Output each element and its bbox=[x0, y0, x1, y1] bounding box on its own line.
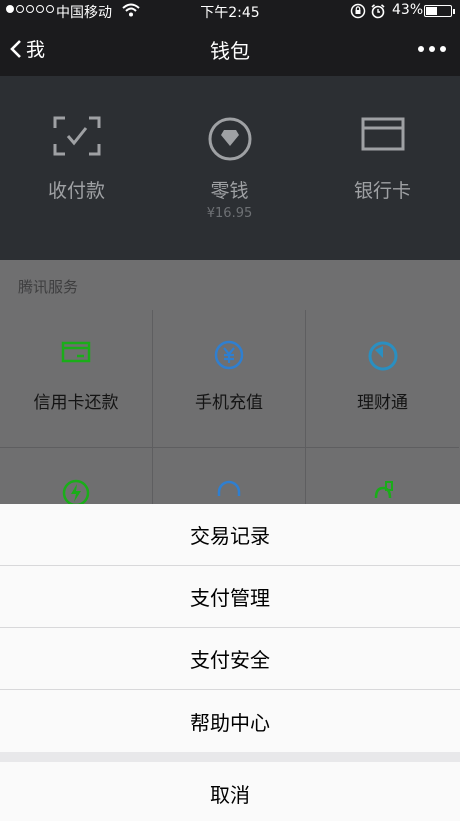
balance-amount: ¥16.95 bbox=[206, 206, 253, 221]
wallet-item-label: 银行卡 bbox=[353, 180, 411, 202]
rotation-lock-icon bbox=[350, 3, 366, 23]
alarm-icon bbox=[370, 3, 386, 23]
wallet-item-change[interactable]: 零钱 ¥16.95 bbox=[153, 76, 306, 260]
service-label: 理财通 bbox=[357, 393, 408, 413]
diamond-icon bbox=[153, 116, 306, 162]
status-bar: 中国移动 下午2:45 43% bbox=[0, 0, 460, 22]
service-credit-card[interactable]: 信用卡还款 bbox=[0, 310, 153, 448]
scan-pay-icon bbox=[0, 116, 153, 156]
status-time: 下午2:45 bbox=[200, 5, 260, 21]
bank-card-icon bbox=[306, 116, 459, 152]
wallet-item-bank-card[interactable]: 银行卡 bbox=[306, 76, 459, 260]
service-label: 手机充值 bbox=[195, 393, 263, 413]
battery-icon bbox=[424, 5, 455, 17]
wallet-item-label: 收付款 bbox=[47, 180, 105, 202]
credit-card-icon bbox=[0, 340, 152, 364]
cancel-button[interactable]: 取消 bbox=[0, 762, 460, 821]
section-title: 腾讯服务 bbox=[18, 278, 79, 296]
action-sheet: 交易记录 支付管理 支付安全 帮助中心 取消 bbox=[0, 504, 460, 821]
payment-management-button[interactable]: 支付管理 bbox=[0, 566, 460, 628]
wallet-item-label: 零钱 bbox=[210, 180, 249, 202]
help-center-button[interactable]: 帮助中心 bbox=[0, 690, 460, 752]
battery-percent: 43% bbox=[392, 2, 424, 18]
wallet-item-pay[interactable]: 收付款 bbox=[0, 76, 153, 260]
service-label: 信用卡还款 bbox=[33, 393, 119, 413]
navigation-bar: 我 钱包 bbox=[0, 22, 460, 76]
page-title: 钱包 bbox=[210, 39, 250, 63]
yen-icon bbox=[153, 340, 305, 370]
more-options-icon[interactable] bbox=[418, 46, 446, 52]
transaction-records-button[interactable]: 交易记录 bbox=[0, 504, 460, 566]
wallet-header: 收付款 零钱 ¥16.95 银行卡 bbox=[0, 76, 460, 260]
finance-icon bbox=[306, 340, 459, 372]
service-phone-topup[interactable]: 手机充值 bbox=[153, 310, 306, 448]
service-licaitong[interactable]: 理财通 bbox=[306, 310, 459, 448]
payment-security-button[interactable]: 支付安全 bbox=[0, 628, 460, 690]
